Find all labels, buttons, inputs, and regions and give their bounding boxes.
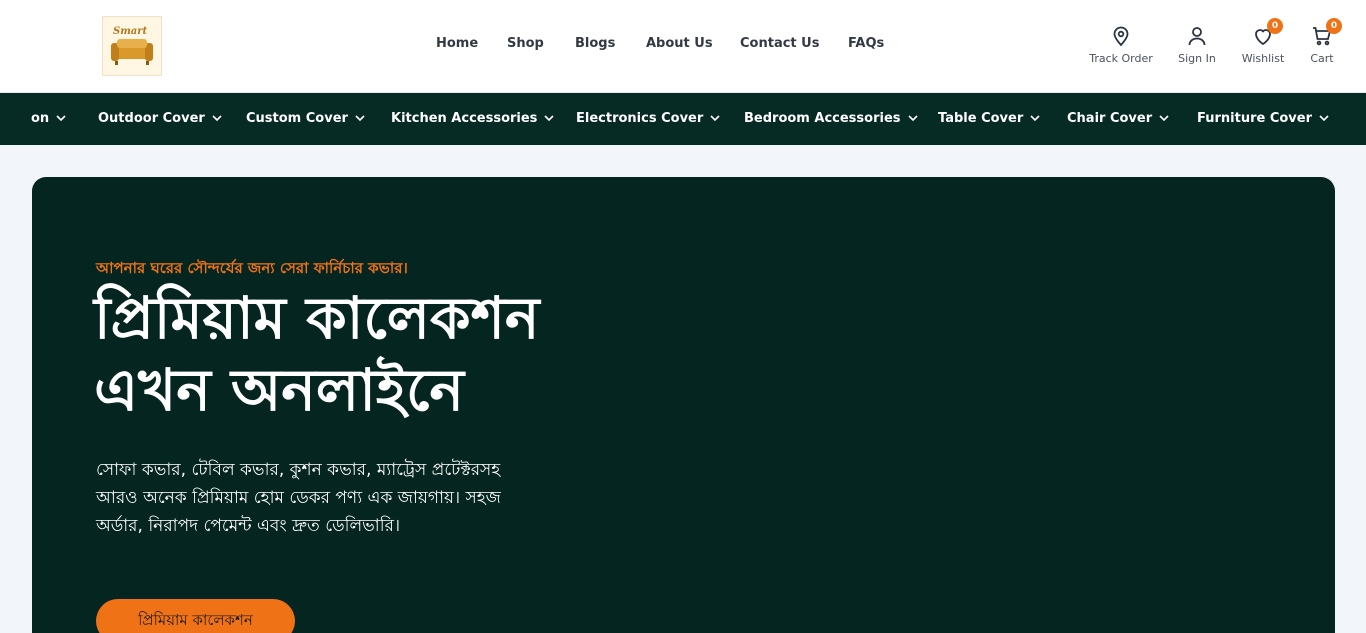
logo-text: Smart [113, 26, 148, 37]
hero-title: প্রিমিয়াম কালেকশন এখন অনলাইনে [94, 282, 714, 426]
cart-icon: 0 [1310, 18, 1342, 48]
chevron-down-icon [56, 111, 66, 126]
category-item-chair-cover[interactable]: Chair Cover [1067, 111, 1169, 126]
category-item-table-cover[interactable]: Table Cover [938, 111, 1040, 126]
cart-label: Cart [1310, 52, 1334, 65]
chevron-down-icon [1159, 111, 1169, 126]
category-label: Table Cover [938, 111, 1024, 126]
site-header: Smart Home Shop Blogs About Us Contact U… [0, 0, 1366, 93]
track-order-link[interactable]: Track Order [1081, 24, 1161, 65]
user-icon [1185, 24, 1209, 48]
location-pin-icon [1109, 24, 1133, 48]
hero-tagline: আপনার ঘরের সৌন্দর্যের জন্য সেরা ফার্নিচা… [96, 259, 408, 277]
wishlist-label: Wishlist [1241, 52, 1285, 65]
wishlist-count-badge: 0 [1267, 18, 1283, 34]
chevron-down-icon [355, 111, 365, 126]
category-label: on [31, 111, 50, 126]
nav-home[interactable]: Home [436, 36, 478, 51]
chevron-down-icon [1030, 111, 1040, 126]
category-item-bedroom-accessories[interactable]: Bedroom Accessories [744, 111, 918, 126]
track-order-label: Track Order [1089, 52, 1153, 65]
category-label: Bedroom Accessories [744, 111, 901, 126]
category-item-custom-cover[interactable]: Custom Cover [246, 111, 365, 126]
cart-count-badge: 0 [1326, 18, 1342, 34]
category-bar: on Outdoor Cover Custom Cover Kitchen Ac… [0, 93, 1366, 145]
category-label: Electronics Cover [576, 111, 704, 126]
category-item-furniture-cover[interactable]: Furniture Cover [1197, 111, 1329, 126]
sign-in-label: Sign In [1178, 52, 1216, 65]
heart-icon: 0 [1251, 18, 1283, 48]
site-logo[interactable]: Smart [102, 16, 162, 76]
category-item-kitchen-accessories[interactable]: Kitchen Accessories [391, 111, 554, 126]
nav-shop[interactable]: Shop [507, 36, 544, 51]
nav-blogs[interactable]: Blogs [575, 36, 615, 51]
nav-contact-us[interactable]: Contact Us [740, 36, 819, 51]
hero-title-line-2: এখন অনলাইনে [94, 356, 465, 424]
chevron-down-icon [907, 111, 918, 126]
hero-description: সোফা কভার, টেবিল কভার, কুশন কভার, ম্যাট্… [96, 460, 501, 536]
premium-collection-button[interactable]: প্রিমিয়াম কালেকশন [96, 599, 295, 633]
hero-title-line-1: প্রিমিয়াম কালেকশন [94, 284, 540, 352]
category-label: Kitchen Accessories [391, 111, 538, 126]
chevron-down-icon [710, 111, 720, 126]
category-item[interactable]: on [31, 111, 66, 126]
chevron-down-icon [1319, 111, 1329, 126]
cart-link[interactable]: 0 Cart [1282, 18, 1362, 65]
category-label: Custom Cover [246, 111, 348, 126]
hero-banner: আপনার ঘরের সৌন্দর্যের জন্য সেরা ফার্নিচা… [32, 177, 1335, 633]
chevron-down-icon [544, 111, 554, 126]
category-label: Chair Cover [1067, 111, 1153, 126]
category-item-electronics-cover[interactable]: Electronics Cover [576, 111, 720, 126]
nav-faqs[interactable]: FAQs [848, 36, 884, 51]
chevron-down-icon [212, 111, 222, 126]
category-label: Furniture Cover [1197, 111, 1313, 126]
category-label: Outdoor Cover [98, 111, 205, 126]
category-item-outdoor-cover[interactable]: Outdoor Cover [98, 111, 222, 126]
nav-about-us[interactable]: About Us [646, 36, 713, 51]
